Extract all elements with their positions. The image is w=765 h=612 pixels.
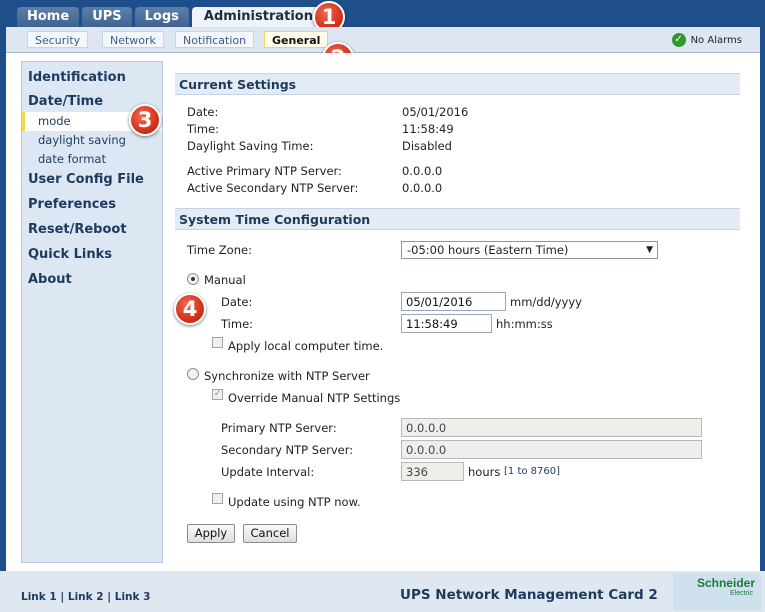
footer-link-1[interactable]: Link 1: [21, 591, 57, 603]
sidebar-item-quick-links[interactable]: Quick Links: [22, 245, 162, 265]
subtab-security[interactable]: Security: [27, 31, 89, 48]
checkmark-icon: ✓: [671, 33, 686, 47]
main-content: Current Settings Date: 05/01/2016 Time: …: [175, 73, 740, 563]
apply-local-time-checkbox[interactable]: [212, 337, 223, 348]
current-date-value: 05/01/2016: [402, 105, 469, 119]
system-time-header: System Time Configuration: [175, 208, 740, 230]
current-settings-header: Current Settings: [175, 73, 740, 95]
tab-ups[interactable]: UPS: [82, 7, 132, 27]
manual-date-input[interactable]: [401, 292, 506, 311]
manual-radio[interactable]: [187, 273, 199, 285]
callout-badge-4: 4: [174, 293, 206, 325]
alarm-status-label: No Alarms: [690, 34, 742, 46]
subtab-general[interactable]: General: [264, 31, 329, 48]
current-secondary-ntp-label: Active Secondary NTP Server:: [187, 181, 359, 195]
footer-separator: |: [60, 591, 65, 603]
secondary-ntp-label: Secondary NTP Server:: [221, 443, 354, 457]
current-dst-value: Disabled: [402, 139, 452, 153]
footer-link-2[interactable]: Link 2: [68, 591, 104, 603]
update-ntp-now-checkbox[interactable]: [212, 493, 223, 504]
ntp-sync-label: Synchronize with NTP Server: [204, 369, 370, 383]
alarm-status[interactable]: ✓ No Alarms: [671, 33, 742, 47]
current-time-value: 11:58:49: [402, 122, 454, 136]
secondary-ntp-input[interactable]: [401, 440, 702, 459]
apply-button[interactable]: Apply: [187, 524, 235, 543]
footer-link-3[interactable]: Link 3: [115, 591, 151, 603]
product-title: UPS Network Management Card 2: [400, 587, 658, 603]
sidebar-item-date-format[interactable]: date format: [22, 150, 162, 169]
subtab-network[interactable]: Network: [102, 31, 164, 48]
timezone-label: Time Zone:: [187, 243, 252, 257]
sub-tab-bar: Security Network Notification General ✓ …: [6, 27, 760, 53]
override-ntp-label: Override Manual NTP Settings: [228, 391, 401, 405]
tab-logs[interactable]: Logs: [134, 7, 189, 27]
sidebar: Identification Date/Time mode daylight s…: [21, 61, 163, 563]
brand-logo: Schneider Electric: [673, 573, 761, 610]
sidebar-item-reset-reboot[interactable]: Reset/Reboot: [22, 220, 162, 240]
update-interval-unit: hours: [468, 465, 501, 479]
manual-time-label: Time:: [221, 317, 254, 331]
current-primary-ntp-value: 0.0.0.0: [402, 164, 443, 178]
callout-badge-3: 3: [129, 104, 161, 136]
brand-sub: Electric: [730, 590, 753, 597]
tab-administration[interactable]: Administration: [191, 7, 325, 27]
current-primary-ntp-label: Active Primary NTP Server:: [187, 164, 342, 178]
top-tab-bar: Home UPS Logs Administration: [17, 7, 325, 27]
dropdown-arrow-icon: ▼: [646, 245, 653, 255]
date-format-hint: mm/dd/yyyy: [510, 295, 582, 309]
manual-time-input[interactable]: [401, 314, 492, 333]
override-ntp-checkbox[interactable]: ✓: [212, 389, 223, 400]
brand-name: Schneider: [696, 576, 755, 590]
page-body: Identification Date/Time mode daylight s…: [6, 53, 760, 571]
update-ntp-now-label: Update using NTP now.: [228, 495, 361, 509]
footer: Link 1 | Link 2 | Link 3 UPS Network Man…: [0, 571, 765, 612]
sidebar-item-identification[interactable]: Identification: [22, 68, 162, 88]
sidebar-item-preferences[interactable]: Preferences: [22, 195, 162, 215]
cancel-button[interactable]: Cancel: [243, 524, 297, 543]
primary-ntp-label: Primary NTP Server:: [221, 421, 337, 435]
current-date-label: Date:: [187, 105, 219, 119]
update-interval-label: Update Interval:: [221, 465, 315, 479]
current-secondary-ntp-value: 0.0.0.0: [402, 181, 443, 195]
sidebar-item-about[interactable]: About: [22, 270, 162, 290]
primary-ntp-input[interactable]: [401, 418, 702, 437]
current-dst-label: Daylight Saving Time:: [187, 139, 314, 153]
sidebar-item-user-config[interactable]: User Config File: [22, 170, 162, 190]
time-format-hint: hh:mm:ss: [496, 317, 553, 331]
update-interval-range: [1 to 8760]: [504, 466, 561, 477]
manual-date-label: Date:: [221, 295, 253, 309]
footer-separator: |: [107, 591, 112, 603]
timezone-select[interactable]: -05:00 hours (Eastern Time) ▼: [401, 241, 658, 259]
subtab-notification[interactable]: Notification: [175, 31, 255, 48]
update-interval-input[interactable]: [401, 462, 464, 481]
manual-label: Manual: [204, 273, 246, 287]
current-time-label: Time:: [187, 122, 220, 136]
footer-links: Link 1 | Link 2 | Link 3: [21, 591, 150, 603]
timezone-select-value: -05:00 hours (Eastern Time): [407, 243, 569, 257]
ntp-sync-radio[interactable]: [187, 368, 199, 380]
apply-local-time-label: Apply local computer time.: [228, 339, 384, 353]
tab-home[interactable]: Home: [17, 7, 80, 27]
